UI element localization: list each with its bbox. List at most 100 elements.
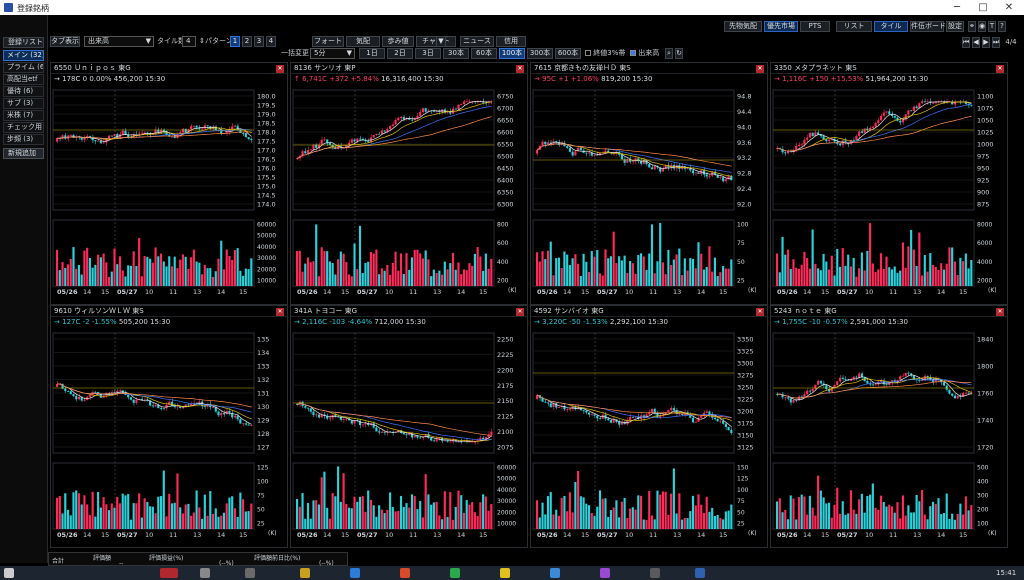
- price-chart[interactable]: 135 134 133 132 131 130 129 128 127 125 100 75 50 25(…: [51, 329, 287, 545]
- start-icon[interactable]: [4, 568, 14, 578]
- sidebar-item[interactable]: メイン (32): [3, 50, 44, 61]
- batch-button[interactable]: 信用: [496, 36, 526, 47]
- close-button[interactable]: ✕: [996, 1, 1022, 14]
- pbr-checkbox[interactable]: 終値3%帯: [584, 48, 628, 59]
- top-button[interactable]: 設定: [946, 21, 964, 32]
- top-button[interactable]: 先物気配: [724, 21, 762, 32]
- taskbar-app-icon[interactable]: [300, 568, 310, 578]
- sidebar-item[interactable]: チェック用 (: [3, 122, 44, 133]
- volume-bar: [727, 510, 730, 529]
- price-chart[interactable]: 180.0179.5179.0178.5178.0177.5177.0176.5…: [51, 86, 287, 302]
- taskbar-app-icon[interactable]: [400, 568, 410, 578]
- stock-code: 6550: [54, 64, 72, 72]
- volume-bar: [877, 509, 880, 529]
- batch-button[interactable]: 歩み値: [382, 36, 414, 47]
- taskbar-app-icon[interactable]: [160, 568, 178, 578]
- sidebar-item[interactable]: 步頻 (3): [3, 134, 44, 145]
- taskbar-app-icon[interactable]: [650, 568, 660, 578]
- tile-count-input[interactable]: 4: [182, 36, 196, 47]
- search-icon[interactable]: ⌕: [665, 48, 673, 59]
- close-tile-icon[interactable]: ✕: [996, 308, 1004, 316]
- top-button[interactable]: 件伍ボード: [910, 21, 946, 32]
- camera-icon[interactable]: ◉: [978, 21, 986, 32]
- pattern-button-2[interactable]: 2: [242, 36, 252, 47]
- add-list-button[interactable]: 新規追加: [3, 148, 44, 159]
- range-button[interactable]: 60本: [471, 48, 497, 59]
- close-tile-icon[interactable]: ✕: [756, 65, 764, 73]
- taskbar-app-icon[interactable]: [550, 568, 560, 578]
- taskbar-app-icon[interactable]: [600, 568, 610, 578]
- range-button[interactable]: 100本: [499, 48, 525, 59]
- candle: [841, 377, 844, 380]
- sidebar-item[interactable]: 高配当etf: [3, 74, 44, 85]
- batch-button[interactable]: フォート: [312, 36, 344, 47]
- range-button[interactable]: 30本: [443, 48, 469, 59]
- chevron-down-icon[interactable]: ▼: [436, 36, 446, 47]
- price-chart[interactable]: 1840 1800 1760 1740 1720 500 400 300 200 100 (K) 05…: [771, 329, 1007, 545]
- pattern-button-1[interactable]: 1: [230, 36, 240, 47]
- candle: [424, 108, 427, 112]
- taskbar-app-icon[interactable]: [350, 568, 360, 578]
- range-button[interactable]: 600本: [555, 48, 581, 59]
- quote-change: +150: [809, 75, 829, 83]
- close-tile-icon[interactable]: ✕: [516, 308, 524, 316]
- close-tile-icon[interactable]: ✕: [516, 65, 524, 73]
- range-button[interactable]: 1日: [359, 48, 385, 59]
- tab-display-button[interactable]: タブ表示: [50, 36, 80, 47]
- pattern-button-3[interactable]: 3: [254, 36, 264, 47]
- volume-bar: [959, 503, 962, 529]
- taskbar-app-icon[interactable]: [245, 568, 255, 578]
- top-button[interactable]: タイル: [874, 21, 908, 32]
- price-chart[interactable]: 94.8 94.4 94.0 93.6 93.2 92.8 92.4 92.0 100 75 50 2…: [531, 86, 767, 302]
- top-button[interactable]: PTS: [800, 21, 830, 32]
- price-chart[interactable]: 6750 6700 6650 6600 6550 6500 6450 6400 6350 6300…: [291, 86, 527, 302]
- stock-code: 8136: [294, 64, 312, 72]
- link-icon[interactable]: ⚭: [968, 21, 976, 32]
- volume-checkbox[interactable]: 出来高: [629, 48, 663, 59]
- close-tile-icon[interactable]: ✕: [996, 65, 1004, 73]
- close-tile-icon[interactable]: ✕: [276, 65, 284, 73]
- batch-button[interactable]: ニュース: [460, 36, 494, 47]
- sidebar-item[interactable]: サブ (3): [3, 98, 44, 109]
- taskbar-app-icon[interactable]: [450, 568, 460, 578]
- sidebar-item[interactable]: プライム (6): [3, 62, 44, 73]
- next-page-icon[interactable]: ▶: [982, 37, 990, 48]
- interval-dropdown[interactable]: 5分 ▼: [310, 48, 355, 59]
- volume-bar: [694, 268, 697, 286]
- candle: [697, 172, 700, 174]
- prev-page-icon[interactable]: ◀: [972, 37, 980, 48]
- batch-button[interactable]: 気配: [346, 36, 380, 47]
- range-button[interactable]: 300本: [527, 48, 553, 59]
- top-button[interactable]: リスト: [836, 21, 872, 32]
- range-button[interactable]: 3日: [415, 48, 441, 59]
- taskbar-app-icon[interactable]: [695, 568, 705, 578]
- price-chart[interactable]: 3350 3325 3300 3275 3250 3225 3200 3175 3150 3125…: [531, 329, 767, 545]
- candle: [808, 390, 811, 392]
- close-tile-icon[interactable]: ✕: [756, 308, 764, 316]
- tab-select-dropdown[interactable]: 出来高 ▼: [84, 36, 154, 47]
- close-tile-icon[interactable]: ✕: [276, 308, 284, 316]
- volume-bar: [424, 474, 427, 529]
- taskbar-app-icon[interactable]: [200, 568, 210, 578]
- volume-bar: [135, 503, 138, 529]
- taskbar-app-icon[interactable]: [500, 568, 510, 578]
- range-button[interactable]: 2日: [387, 48, 413, 59]
- candle: [380, 130, 383, 134]
- volume-bar: [113, 507, 116, 529]
- first-page-icon[interactable]: ⏮: [962, 37, 970, 48]
- refresh-icon[interactable]: ↻: [675, 48, 683, 59]
- candle: [170, 136, 174, 138]
- x-tick-label: 15: [719, 531, 727, 539]
- text-icon[interactable]: T: [988, 21, 996, 32]
- last-page-icon[interactable]: ⏭: [992, 37, 1000, 48]
- sidebar-item[interactable]: 米株 (7): [3, 110, 44, 121]
- price-chart[interactable]: 1100 1075 1050 1025 1000 975 950 925 900 875 8000 6…: [771, 86, 1007, 302]
- help-icon[interactable]: ?: [998, 21, 1006, 32]
- maximize-button[interactable]: □: [970, 1, 996, 14]
- minimize-button[interactable]: ─: [944, 1, 970, 14]
- pattern-button-4[interactable]: 4: [266, 36, 276, 47]
- price-chart[interactable]: 2250 2225 2200 2175 2150 2125 2100 2075 60000 500…: [291, 329, 527, 545]
- volume-bar: [410, 494, 414, 529]
- top-button[interactable]: 優先市場: [764, 21, 798, 32]
- sidebar-item[interactable]: 優待 (6): [3, 86, 44, 97]
